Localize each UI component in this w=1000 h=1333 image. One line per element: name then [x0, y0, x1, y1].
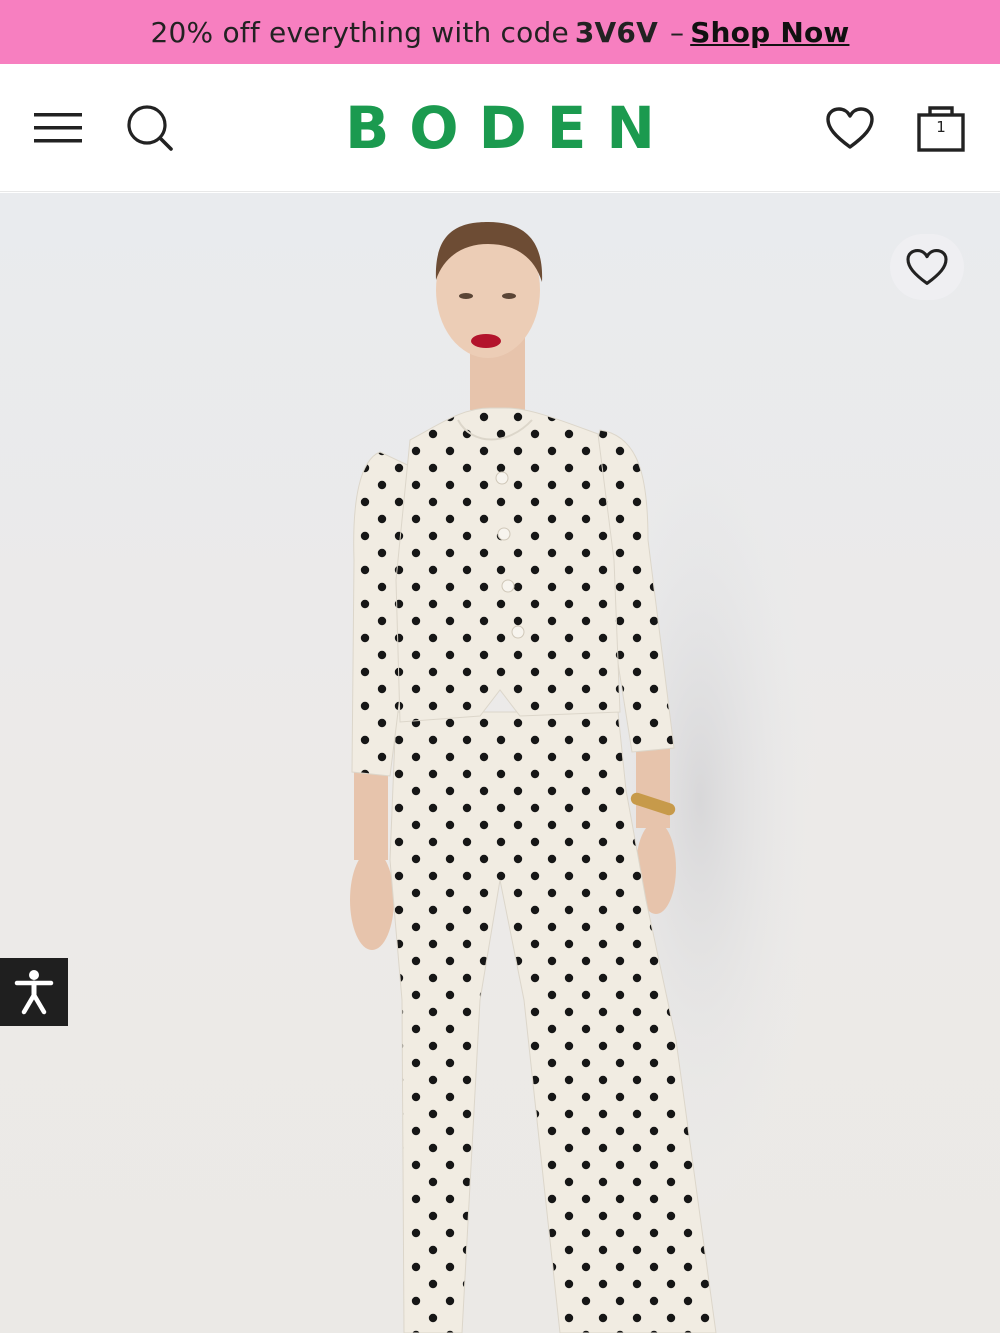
search-icon	[127, 105, 173, 151]
boden-logo[interactable]: BODEN	[300, 94, 700, 162]
promo-banner: 20% off everything with code 3V6V – Shop…	[0, 0, 1000, 64]
accessibility-icon	[14, 970, 54, 1015]
model-illustration	[350, 222, 820, 1333]
heart-icon	[826, 107, 874, 149]
promo-text: 20% off everything with code	[150, 15, 569, 49]
menu-button[interactable]	[28, 102, 88, 154]
heart-icon	[906, 249, 948, 285]
shopping-bag-button[interactable]: 1	[910, 96, 972, 160]
product-image[interactable]	[0, 193, 1000, 1333]
wishlist-button[interactable]	[818, 98, 882, 158]
promo-separator: –	[669, 15, 685, 49]
accessibility-button[interactable]	[0, 958, 68, 1026]
shop-now-link[interactable]: Shop Now	[690, 16, 849, 49]
bag-count-badge: 1	[936, 118, 946, 136]
add-to-favourites-button[interactable]	[890, 234, 964, 300]
site-header: BODEN 1	[0, 64, 1000, 192]
promo-code: 3V6V	[574, 15, 658, 49]
search-button[interactable]	[120, 98, 180, 158]
menu-icon	[34, 113, 82, 143]
